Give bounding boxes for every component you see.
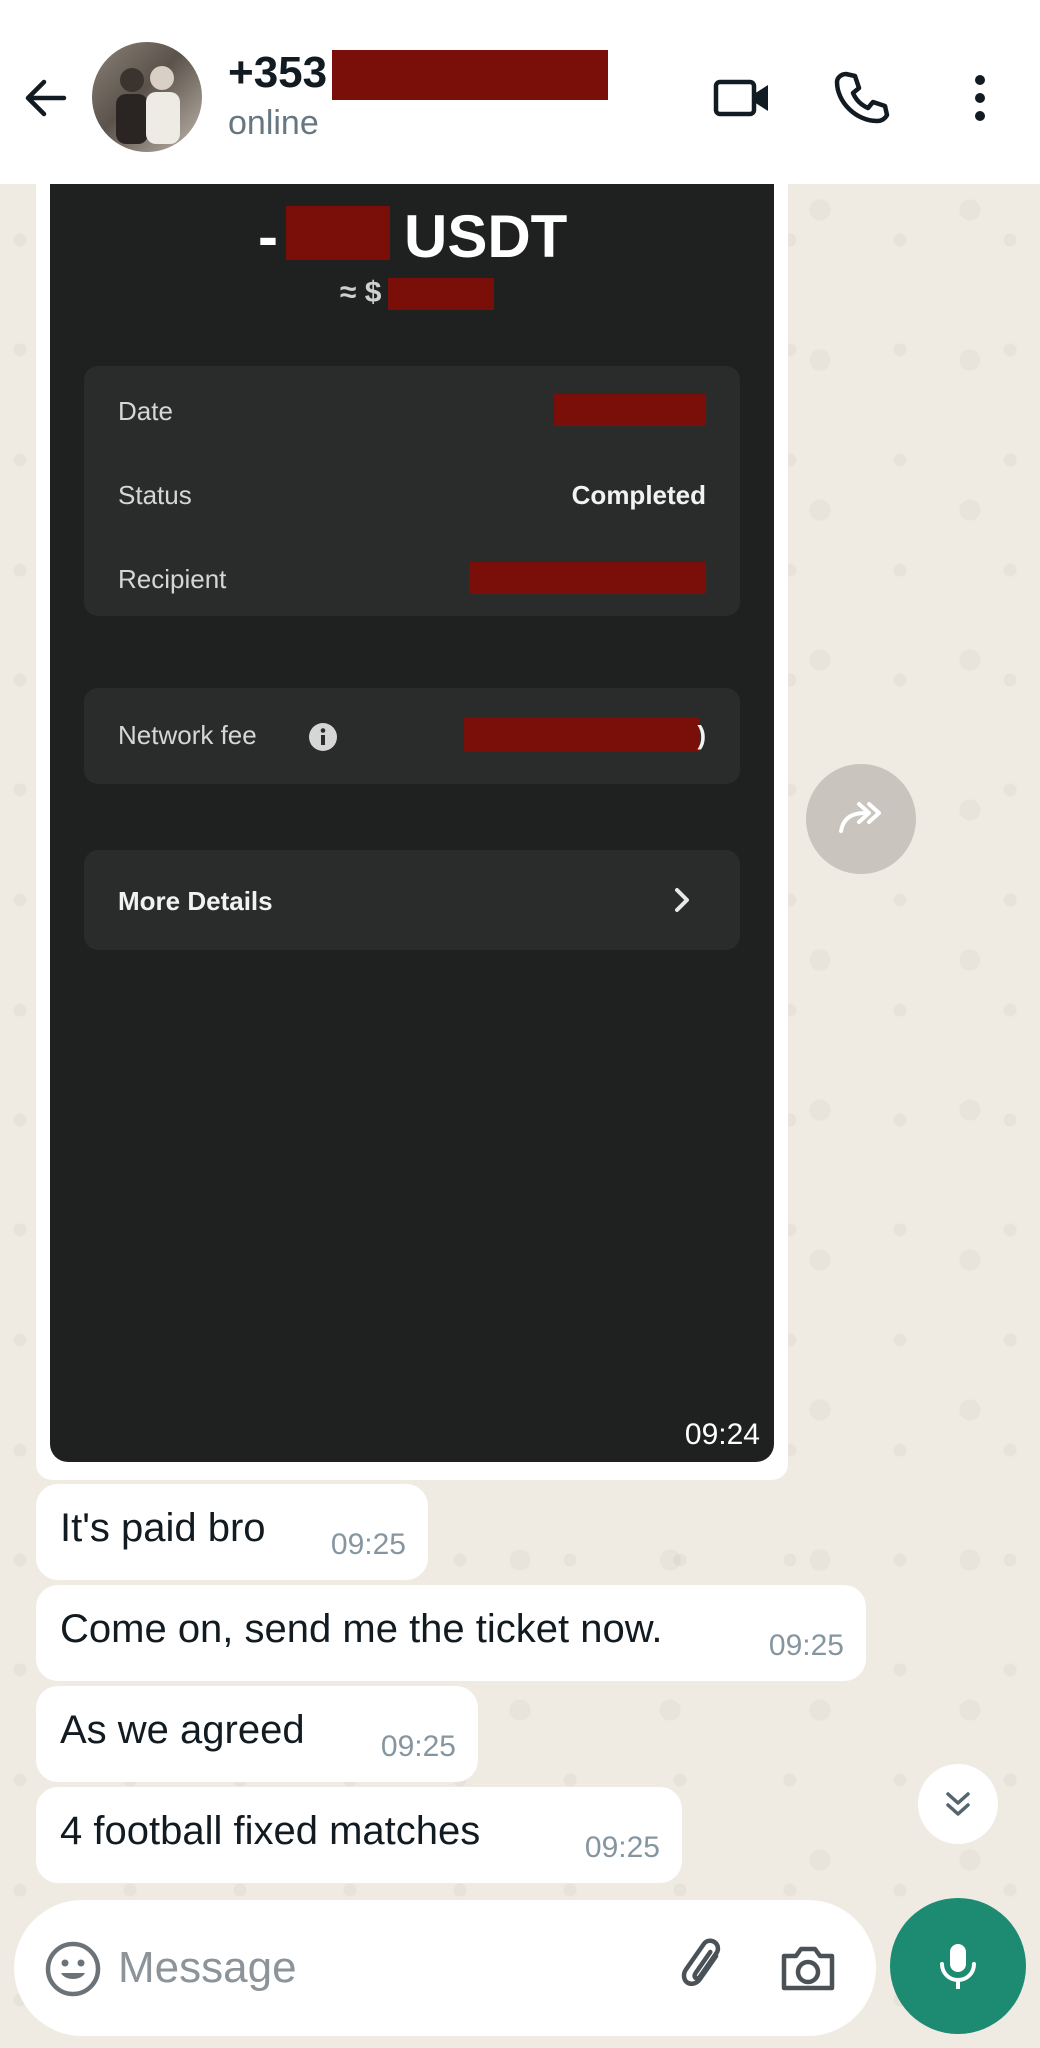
recipient-redaction bbox=[470, 562, 706, 594]
forward-button[interactable] bbox=[806, 764, 916, 874]
attachment-icon[interactable] bbox=[674, 1936, 738, 2000]
message-text: As we agreed bbox=[60, 1708, 305, 1752]
more-details-label: More Details bbox=[118, 886, 273, 916]
network-fee-card: Network fee ) bbox=[84, 688, 740, 784]
name-redaction bbox=[332, 50, 608, 100]
usd-approx-label: ≈ $ bbox=[340, 276, 382, 309]
emoji-icon[interactable] bbox=[44, 1940, 102, 1998]
details-card: Date T Status Completed Recipient bbox=[84, 366, 740, 616]
chevron-right-icon bbox=[675, 888, 689, 912]
info-icon[interactable] bbox=[308, 722, 338, 752]
more-details-row[interactable]: More Details bbox=[84, 850, 740, 950]
network-fee-label: Network fee bbox=[118, 720, 257, 750]
date-label: Date bbox=[118, 396, 173, 426]
message-text: It's paid bro bbox=[60, 1506, 266, 1550]
message-bubble[interactable]: It's paid bro 09:25 bbox=[36, 1484, 428, 1580]
contact-status: online bbox=[228, 104, 319, 142]
double-chevron-down-icon bbox=[946, 1792, 970, 1816]
image-message-time: 09:24 bbox=[684, 1418, 760, 1451]
amount-row: - USDT bbox=[50, 202, 774, 272]
contact-avatar[interactable] bbox=[92, 42, 202, 152]
message-bubble[interactable]: As we agreed 09:25 bbox=[36, 1686, 478, 1782]
network-fee-suffix: ) bbox=[697, 720, 706, 750]
contact-name[interactable]: +353 bbox=[228, 48, 327, 98]
status-label: Status bbox=[118, 480, 192, 510]
message-input[interactable] bbox=[118, 1930, 638, 2006]
camera-icon[interactable] bbox=[776, 1936, 840, 2000]
video-call-icon[interactable] bbox=[710, 66, 774, 130]
voice-message-button[interactable] bbox=[890, 1898, 1026, 2034]
usd-redaction bbox=[388, 278, 494, 310]
message-time: 09:25 bbox=[330, 1528, 406, 1561]
transaction-screenshot[interactable]: - USDT ≈ $ Date T Status Completed Recip… bbox=[50, 160, 774, 1462]
microphone-icon bbox=[940, 1944, 976, 1989]
more-options-icon[interactable] bbox=[948, 66, 1012, 130]
message-text: 4 football fixed matches bbox=[60, 1809, 481, 1853]
amount-unit: USDT bbox=[404, 203, 568, 270]
forward-icon bbox=[839, 802, 881, 833]
message-composer bbox=[14, 1900, 876, 2036]
message-time: 09:25 bbox=[380, 1730, 456, 1763]
message-time: 09:25 bbox=[768, 1629, 844, 1662]
scroll-to-bottom-button[interactable] bbox=[918, 1764, 998, 1844]
amount-sign: - bbox=[258, 203, 278, 270]
network-fee-redaction bbox=[464, 718, 700, 752]
recipient-label: Recipient bbox=[118, 564, 227, 594]
status-value: Completed bbox=[571, 480, 706, 510]
date-redaction bbox=[554, 394, 706, 426]
message-bubble[interactable]: 4 football fixed matches 09:25 bbox=[36, 1787, 682, 1883]
back-arrow-icon[interactable] bbox=[18, 70, 74, 126]
message-time: 09:25 bbox=[584, 1831, 660, 1864]
message-text: Come on, send me the ticket now. bbox=[60, 1607, 663, 1651]
amount-redaction bbox=[286, 206, 390, 260]
phone-call-icon[interactable] bbox=[828, 66, 892, 130]
chat-header: +353 online bbox=[0, 0, 1040, 184]
message-bubble[interactable]: Come on, send me the ticket now. 09:25 bbox=[36, 1585, 866, 1681]
